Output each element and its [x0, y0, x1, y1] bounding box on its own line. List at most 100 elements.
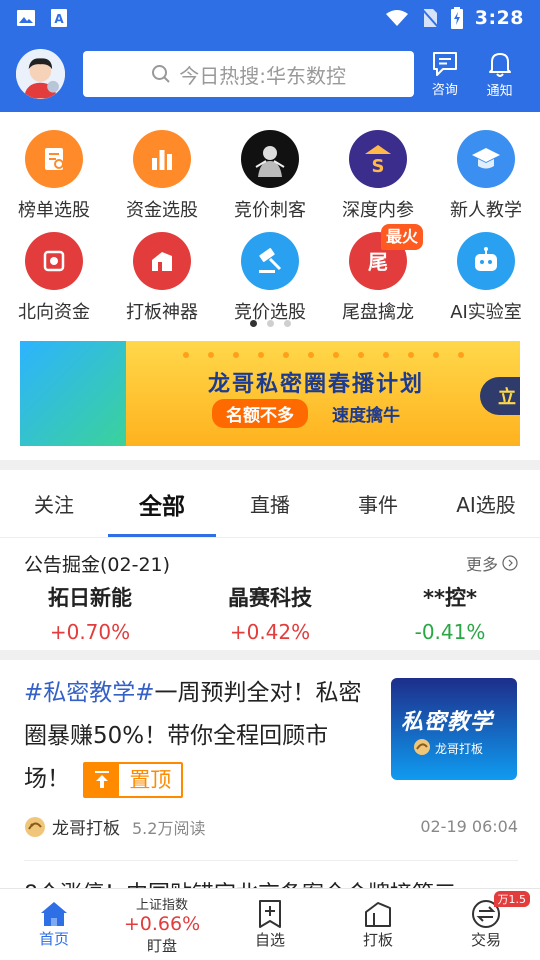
banner-main-panel: 龙哥私密圈春播计划 名额不多 速度擒牛 立 [126, 341, 520, 446]
thumbnail-title: 私密教学 [401, 710, 494, 735]
nav-trade[interactable]: 万1.5 交易 [432, 889, 540, 960]
tab-live[interactable]: 直播 [216, 470, 324, 537]
feed-tabs: 关注 全部 直播 事件 AI选股 [0, 470, 540, 538]
author-avatar-icon [25, 816, 45, 837]
feature-label: 深度内参 [342, 200, 414, 221]
article-hashtag[interactable]: #私密教学# [24, 680, 155, 706]
consult-label: 咨询 [431, 82, 458, 98]
article-headline[interactable]: #私密教学#一周预判全对！私密圈暴赚50%！带你全程回顾市场！ 置顶 [24, 672, 374, 801]
limit-up-icon [133, 232, 191, 290]
stock-name: **控* [423, 586, 477, 610]
read-count: 5.2万阅读 [132, 818, 206, 838]
banner-title: 龙哥私密圈春播计划 [208, 372, 425, 397]
stock-change: -0.41% [414, 620, 486, 644]
nav-watchlist[interactable]: 自选 [216, 889, 324, 960]
gallery-notification-icon [17, 10, 35, 26]
feature-label: 新人教学 [450, 200, 522, 221]
feature-label: 榜单选股 [18, 200, 90, 221]
app-notification-icon: A [51, 9, 67, 27]
feature-northbound[interactable]: 北向资金 [0, 226, 108, 328]
page-dot [266, 320, 274, 327]
avatar-illustration-icon [16, 49, 65, 99]
announcement-title: 公告掘金(02-21) [24, 554, 171, 576]
top-header: 今日热搜:华东数控 咨询 通知 [0, 36, 540, 112]
bulb-decoration-icon [183, 352, 464, 358]
nav-limit[interactable]: 打板 [324, 889, 432, 960]
stock-name: 晶赛科技 [228, 586, 312, 610]
assassin-icon [241, 130, 299, 188]
index-name: 上证指数 [135, 897, 188, 913]
notify-label: 通知 [486, 83, 513, 99]
stock-item[interactable]: 晶赛科技 +0.42% [180, 582, 360, 644]
ranking-icon [25, 130, 83, 188]
bottom-navigation: 首页 上证指数 +0.66% 盯盘 自选 打板 万1.5 交易 [0, 888, 540, 960]
nav-home-label: 首页 [38, 930, 69, 948]
article-thumbnail[interactable]: 私密教学 龙哥打板 [391, 678, 517, 780]
capital-chart-icon [133, 130, 191, 188]
thumbnail-sub: 龙哥打板 [435, 742, 484, 756]
commission-badge: 万1.5 [493, 891, 530, 907]
limit-board-icon [365, 902, 391, 927]
stock-change: +0.70% [49, 620, 131, 644]
nav-market-label: 盯盘 [146, 936, 177, 955]
feature-newbie[interactable]: 新人教学 [432, 124, 540, 226]
banner-sub: 速度擒牛 [332, 406, 400, 426]
promo-banner[interactable]: 龙哥私密圈春播计划 名额不多 速度擒牛 立 [20, 341, 520, 446]
tab-follow[interactable]: 关注 [0, 470, 108, 537]
deep-insight-icon: S [349, 130, 407, 188]
feature-grid: 榜单选股 资金选股 竞价刺客 S 深度内参 新人教学 北向资金 打板神器 竞价选… [0, 124, 540, 328]
wifi-icon [385, 10, 408, 26]
stock-item[interactable]: 拓日新能 +0.70% [0, 582, 180, 644]
feature-ranking[interactable]: 榜单选股 [0, 124, 108, 226]
feature-tail-dragon[interactable]: 尾 最火 尾盘擒龙 [324, 224, 432, 328]
section-divider [0, 650, 540, 660]
search-icon [152, 65, 170, 83]
list-divider [24, 860, 518, 861]
announcement-more-link[interactable]: 更多 [466, 551, 518, 575]
feature-bidding[interactable]: 竞价选股 [216, 226, 324, 328]
page-indicator [0, 320, 540, 327]
stock-name: 拓日新能 [48, 586, 132, 610]
battery-charging-icon [450, 7, 463, 29]
feature-label: 竞价刺客 [234, 200, 306, 221]
home-icon [41, 902, 67, 926]
hot-badge: 最火 [380, 224, 423, 250]
consult-button[interactable]: 咨询 [420, 51, 469, 98]
feature-assassin[interactable]: 竞价刺客 [216, 124, 324, 226]
tab-all[interactable]: 全部 [108, 470, 216, 537]
nav-home[interactable]: 首页 [0, 889, 108, 960]
dragon-tail-icon: 尾 最火 [349, 224, 423, 290]
feature-label: 资金选股 [126, 200, 198, 221]
banner-left-panel [20, 341, 126, 446]
notify-button[interactable]: 通知 [475, 50, 524, 99]
tab-ai-picks[interactable]: AI选股 [432, 470, 540, 537]
chevron-right-circle-icon [502, 555, 518, 571]
pin-label: 置顶 [129, 767, 172, 792]
watchlist-add-icon [259, 900, 281, 928]
article-meta: 龙哥打板 5.2万阅读 02-19 06:04 [24, 814, 518, 839]
banner-pill: 名额不多 [212, 399, 308, 428]
stock-item[interactable]: **控* -0.41% [360, 582, 540, 644]
author-name[interactable]: 龙哥打板 [52, 814, 120, 839]
graduation-cap-icon [457, 130, 515, 188]
publish-time: 02-19 06:04 [420, 817, 518, 836]
feature-capital[interactable]: 资金选股 [108, 124, 216, 226]
feature-deep-insight[interactable]: S 深度内参 [324, 124, 432, 226]
feature-limit-up[interactable]: 打板神器 [108, 226, 216, 328]
feature-ai-lab[interactable]: AI实验室 [432, 226, 540, 328]
bell-icon [488, 52, 511, 77]
user-avatar[interactable] [16, 49, 65, 99]
section-divider [0, 460, 540, 470]
search-placeholder: 今日热搜:华东数控 [179, 63, 346, 88]
svg-text:A: A [54, 12, 64, 26]
nav-market[interactable]: 上证指数 +0.66% 盯盘 [108, 889, 216, 960]
search-bar[interactable]: 今日热搜:华东数控 [82, 51, 415, 97]
gavel-icon [241, 232, 299, 290]
author-logo-icon [414, 739, 430, 755]
tab-events[interactable]: 事件 [324, 470, 432, 537]
nav-trade-label: 交易 [470, 931, 501, 949]
svg-text:S: S [372, 156, 385, 176]
nav-watchlist-label: 自选 [254, 931, 285, 949]
banner-cta[interactable]: 立 [480, 377, 520, 415]
northbound-icon [25, 232, 83, 290]
